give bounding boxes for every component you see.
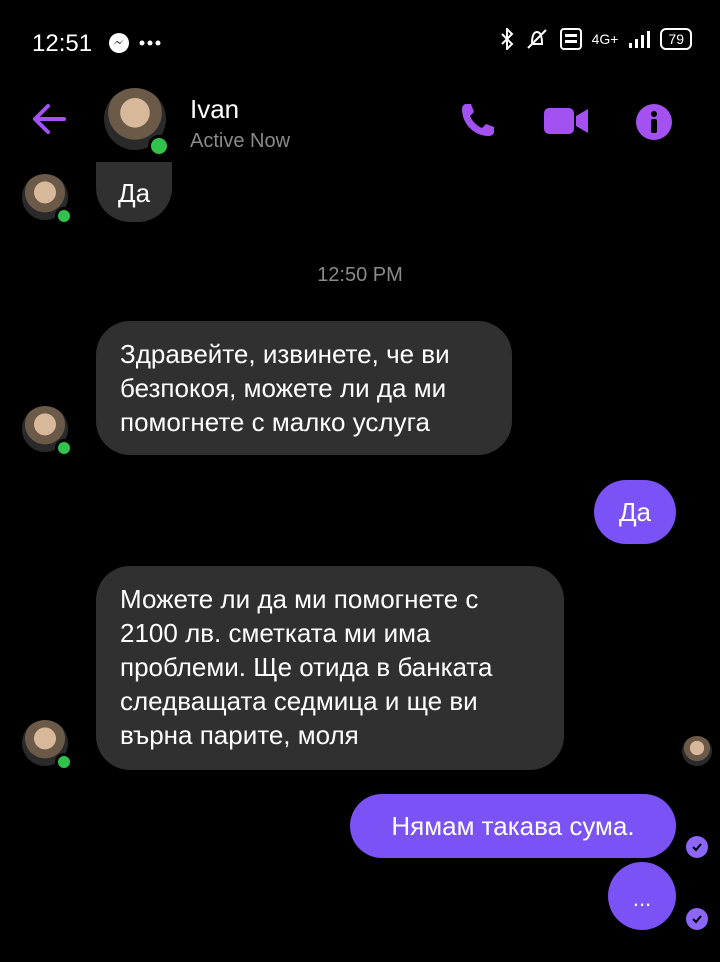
message-bubble-outgoing[interactable]: Нямам такава сума.	[350, 794, 676, 858]
seen-receipt-avatar	[682, 736, 712, 766]
message-bubble-outgoing[interactable]: ...	[608, 862, 676, 930]
message-bubble-incoming[interactable]: Да	[96, 162, 173, 222]
signal-icon	[629, 31, 651, 48]
message-timestamp: 12:50 PM	[317, 264, 403, 286]
info-icon[interactable]	[636, 104, 672, 140]
silent-alarm-icon	[526, 29, 547, 49]
video-icon[interactable]	[544, 106, 590, 136]
messenger-icon	[109, 33, 129, 53]
network-type: 4G+	[591, 31, 619, 47]
online-status-dot	[55, 439, 73, 457]
status-right-icons: 4G+ 79	[500, 28, 692, 50]
contact-name[interactable]: Ivan	[190, 94, 239, 125]
delivered-check-icon	[686, 836, 708, 858]
presence-status: Active Now	[190, 130, 291, 152]
battery-indicator: 79	[660, 28, 692, 50]
status-notification-icons	[108, 32, 162, 54]
online-status-dot	[55, 207, 73, 225]
volte-icon	[559, 28, 582, 50]
message-bubble-outgoing[interactable]: Да	[594, 480, 676, 544]
phone-icon[interactable]	[458, 100, 498, 140]
delivered-check-icon	[686, 908, 708, 930]
online-status-dot	[148, 135, 170, 157]
more-dots-icon	[139, 40, 161, 46]
message-bubble-incoming[interactable]: Здравейте, извинете, че ви безпокоя, мож…	[96, 321, 512, 455]
bluetooth-icon	[500, 28, 513, 50]
online-status-dot	[55, 753, 73, 771]
back-arrow-icon[interactable]	[30, 100, 68, 138]
message-bubble-incoming[interactable]: Можете ли да ми помогнете с 2100 лв. сме…	[96, 566, 564, 770]
status-time: 12:51	[32, 30, 93, 57]
